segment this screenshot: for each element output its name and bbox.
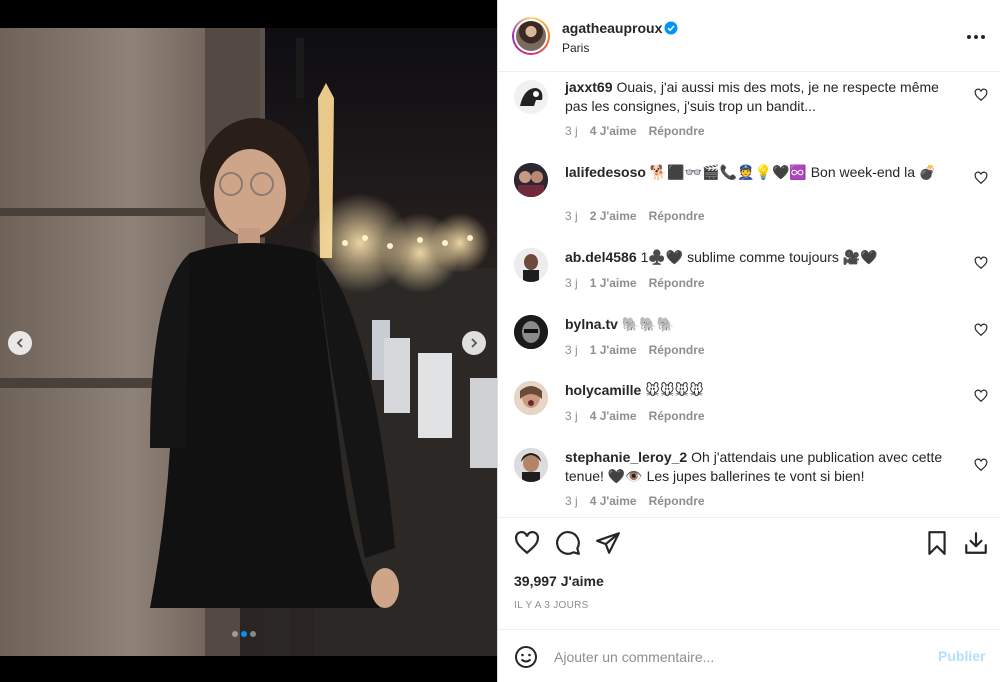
add-comment-bar: Publier — [498, 629, 1000, 682]
commenter-username[interactable]: holycamille — [565, 382, 641, 398]
commenter-avatar[interactable] — [514, 80, 548, 114]
comment-likes[interactable]: 4 J'aime — [590, 409, 637, 423]
carousel-dot-active — [241, 631, 247, 637]
comment-time: 3 j — [565, 343, 578, 357]
reply-button[interactable]: Répondre — [649, 209, 705, 223]
commenter-avatar[interactable] — [514, 163, 548, 197]
post-details-panel: agatheauproux Paris jaxxt69 Ouais, j'ai a… — [497, 0, 1000, 682]
commenter-avatar[interactable] — [514, 315, 548, 349]
reply-button[interactable]: Répondre — [649, 124, 705, 138]
post-location[interactable]: Paris — [562, 41, 589, 55]
comment-icon[interactable] — [555, 530, 581, 556]
more-options-icon[interactable] — [964, 27, 988, 47]
comments-list[interactable]: jaxxt69 Ouais, j'ai aussi mis des mots, j… — [498, 72, 1000, 516]
commenter-avatar[interactable] — [514, 448, 548, 482]
commenter-username[interactable]: stephanie_leroy_2 — [565, 449, 687, 465]
comment-text: Ouais, j'ai aussi mis des mots, je ne re… — [565, 79, 939, 114]
post-photo-image — [0, 28, 497, 656]
commenter-avatar[interactable] — [514, 248, 548, 282]
comment-likes[interactable]: 1 J'aime — [590, 343, 637, 357]
photo-pane — [0, 0, 497, 682]
post-actions: 39,997 J'aime IL Y A 3 JOURS — [498, 517, 1000, 629]
heart-icon[interactable] — [514, 530, 540, 556]
emoji-icon[interactable] — [514, 645, 538, 669]
next-slide-button[interactable] — [462, 331, 486, 355]
download-icon[interactable] — [963, 530, 989, 556]
reply-button[interactable]: Répondre — [649, 409, 705, 423]
reply-button[interactable]: Répondre — [649, 343, 705, 357]
chevron-right-icon — [471, 338, 478, 348]
comment-heart-icon[interactable] — [974, 323, 988, 337]
chevron-left-icon — [16, 338, 23, 348]
comment-time: 3 j — [565, 276, 578, 290]
comment-time: 3 j — [565, 409, 578, 423]
reply-button[interactable]: Répondre — [649, 276, 705, 290]
commenter-username[interactable]: bylna.tv — [565, 316, 618, 332]
comment-meta: 3 j 4 J'aime Répondre — [565, 494, 705, 508]
comment-heart-icon[interactable] — [974, 389, 988, 403]
comment-text: 🐭🐭🐭🐭 — [645, 382, 704, 398]
reply-button[interactable]: Répondre — [649, 494, 705, 508]
comment-likes[interactable]: 4 J'aime — [590, 124, 637, 138]
likes-count[interactable]: 39,997 J'aime — [514, 573, 604, 589]
comment-heart-icon[interactable] — [974, 256, 988, 270]
comment-likes[interactable]: 1 J'aime — [590, 276, 637, 290]
comment-time: 3 j — [565, 494, 578, 508]
comment-meta: 3 j 1 J'aime Répondre — [565, 276, 705, 290]
comment-meta: 3 j 4 J'aime Répondre — [565, 409, 705, 423]
commenter-avatar[interactable] — [514, 381, 548, 415]
comment-text: 🐘🐘🐘 — [621, 316, 675, 332]
commenter-username[interactable]: jaxxt69 — [565, 79, 612, 95]
comment-meta: 3 j 1 J'aime Répondre — [565, 343, 705, 357]
comment-text: 🐕⬛👓🎬📞👮💡🖤♾️ Bon week-end la 💣 — [649, 164, 937, 180]
previous-slide-button[interactable] — [8, 331, 32, 355]
carousel-dot — [232, 631, 238, 637]
author-avatar[interactable] — [512, 17, 550, 55]
comment-heart-icon[interactable] — [974, 458, 988, 472]
comment-heart-icon[interactable] — [974, 171, 988, 185]
verified-badge-icon — [664, 21, 678, 35]
comment-time: 3 j — [565, 209, 578, 223]
comment-text: 1♣️🖤 sublime comme toujours 🎥🖤 — [640, 249, 878, 265]
post-timestamp[interactable]: IL Y A 3 JOURS — [514, 600, 589, 611]
bookmark-icon[interactable] — [924, 530, 950, 556]
carousel-dot — [250, 631, 256, 637]
comment-heart-icon[interactable] — [974, 88, 988, 102]
commenter-username[interactable]: lalifedesoso — [565, 164, 646, 180]
comment-time: 3 j — [565, 124, 578, 138]
publish-button[interactable]: Publier — [938, 648, 985, 664]
commenter-username[interactable]: ab.del4586 — [565, 249, 637, 265]
post-photo[interactable] — [0, 28, 497, 656]
post-header: agatheauproux Paris — [498, 0, 1000, 72]
author-username[interactable]: agatheauproux — [562, 20, 662, 36]
comment-likes[interactable]: 4 J'aime — [590, 494, 637, 508]
paper-plane-icon[interactable] — [595, 530, 621, 556]
comment-input[interactable] — [554, 644, 924, 670]
comment-meta: 3 j 4 J'aime Répondre — [565, 124, 705, 138]
comment-meta: 3 j 2 J'aime Répondre — [565, 209, 705, 223]
carousel-indicator — [232, 631, 256, 637]
comment-likes[interactable]: 2 J'aime — [590, 209, 637, 223]
